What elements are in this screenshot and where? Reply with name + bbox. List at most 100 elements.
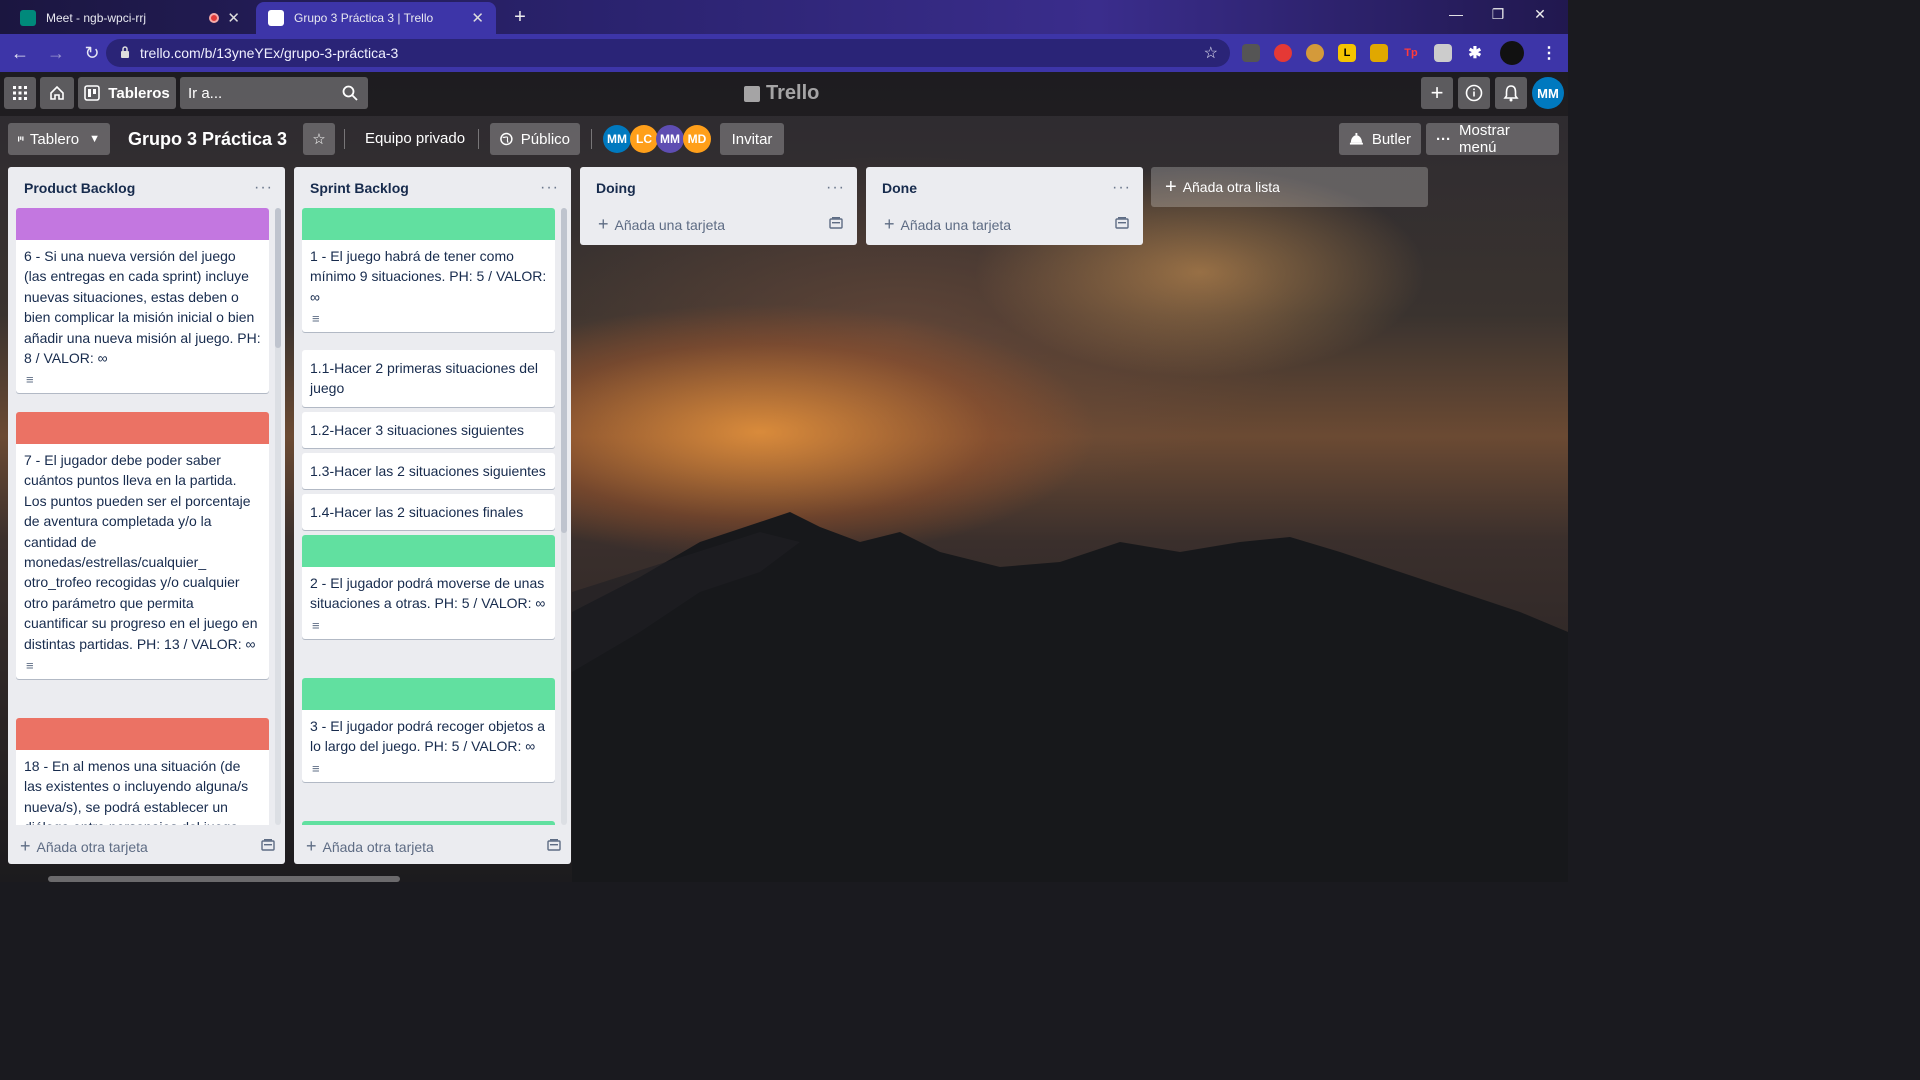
card[interactable]: 2 - El jugador podrá moverse de unas sit… bbox=[302, 535, 555, 639]
list-scrollbar[interactable] bbox=[561, 208, 567, 825]
invite-button[interactable]: Invitar bbox=[720, 123, 784, 155]
extensions-puzzle-icon[interactable]: ✱ bbox=[1466, 44, 1484, 62]
list-title[interactable]: Sprint Backlog bbox=[310, 180, 409, 196]
header-divider bbox=[478, 129, 479, 149]
new-tab-button[interactable]: + bbox=[508, 6, 532, 29]
tab-meet[interactable]: Meet - ngb-wpci-rrj ✕ bbox=[8, 2, 252, 34]
board-horizontal-scrollbar[interactable] bbox=[48, 876, 400, 882]
tab-close-icon[interactable]: ✕ bbox=[471, 9, 484, 27]
list-header[interactable]: Product Backlog ··· bbox=[8, 167, 285, 209]
card-template-icon[interactable] bbox=[1115, 216, 1129, 232]
card[interactable]: 1.4-Hacer las 2 situaciones finales bbox=[302, 494, 555, 531]
list-header[interactable]: Sprint Backlog ··· bbox=[294, 167, 571, 209]
butler-button[interactable]: Butler bbox=[1339, 123, 1421, 155]
browser-menu-icon[interactable]: ⋮ bbox=[1540, 44, 1558, 62]
add-card-button[interactable]: + Añada una tarjeta bbox=[580, 209, 857, 239]
list-header[interactable]: Doing ··· bbox=[580, 167, 857, 209]
card[interactable]: 1.2-Hacer 3 situaciones siguientes bbox=[302, 412, 555, 449]
reload-icon[interactable]: ↻ bbox=[76, 43, 108, 64]
tab-trello[interactable]: Grupo 3 Práctica 3 | Trello ✕ bbox=[256, 2, 496, 34]
add-card-button[interactable]: + Añada otra tarjeta bbox=[294, 828, 571, 864]
card[interactable]: 3 - El jugador podrá recoger objetos a l… bbox=[302, 678, 555, 782]
card-template-icon[interactable] bbox=[547, 838, 561, 854]
card[interactable] bbox=[302, 821, 555, 825]
tab-close-icon[interactable]: ✕ bbox=[227, 9, 240, 27]
star-board-button[interactable]: ☆ bbox=[303, 123, 335, 155]
add-list-button[interactable]: + Añada otra lista bbox=[1151, 167, 1428, 207]
visibility-label: Público bbox=[520, 130, 570, 148]
list-header[interactable]: Done ··· bbox=[866, 167, 1143, 209]
forward-icon[interactable]: → bbox=[40, 43, 72, 64]
add-card-button[interactable]: + Añada otra tarjeta bbox=[8, 828, 285, 864]
description-icon: ≡ bbox=[312, 760, 320, 776]
browser-tab-strip: Meet - ngb-wpci-rrj ✕ Grupo 3 Práctica 3… bbox=[0, 0, 1568, 34]
card-title: 1.2-Hacer 3 situaciones siguientes bbox=[310, 422, 525, 438]
tp-extension-icon[interactable]: Tp bbox=[1402, 44, 1420, 62]
member-avatar[interactable]: MM bbox=[656, 125, 684, 153]
crown-extension-icon[interactable] bbox=[1370, 44, 1388, 62]
trello-logo-icon bbox=[744, 85, 760, 102]
card-template-icon[interactable] bbox=[829, 216, 843, 232]
list-scrollbar[interactable] bbox=[275, 208, 281, 825]
member-avatar[interactable]: LC bbox=[630, 125, 658, 153]
address-bar[interactable]: trello.com/b/13yneYEx/grupo-3-práctica-3… bbox=[106, 39, 1230, 67]
back-icon[interactable]: ← bbox=[4, 43, 36, 64]
trello-logo-text: Trello bbox=[766, 82, 820, 104]
member-avatar[interactable]: MM bbox=[603, 125, 631, 153]
boards-button[interactable]: Tableros bbox=[78, 77, 176, 109]
list-title[interactable]: Product Backlog bbox=[24, 180, 135, 196]
profile-avatar-icon[interactable] bbox=[1500, 41, 1524, 65]
bookmark-star-icon[interactable]: ☆ bbox=[1204, 43, 1218, 63]
list-menu-icon[interactable]: ··· bbox=[1112, 179, 1131, 197]
close-window-icon[interactable]: ✕ bbox=[1528, 6, 1552, 23]
card[interactable]: 1 - El juego habrá de tener como mínimo … bbox=[302, 208, 555, 333]
card-cover bbox=[302, 535, 555, 567]
info-icon[interactable] bbox=[1458, 77, 1490, 109]
extension-1-icon[interactable] bbox=[1242, 44, 1260, 62]
list-title[interactable]: Done bbox=[882, 180, 917, 196]
card-title: 1.1-Hacer 2 primeras situaciones del jue… bbox=[310, 360, 538, 397]
list-menu-icon[interactable]: ··· bbox=[254, 179, 273, 197]
list-scroll-thumb[interactable] bbox=[275, 208, 281, 348]
list-scroll-thumb[interactable] bbox=[561, 208, 567, 533]
butler-label: Butler bbox=[1371, 130, 1411, 148]
adblock-extension-icon[interactable] bbox=[1274, 44, 1292, 62]
card[interactable]: 1.3-Hacer las 2 situaciones siguientes bbox=[302, 453, 555, 490]
home-icon[interactable] bbox=[40, 77, 74, 109]
user-avatar[interactable]: MM bbox=[1532, 77, 1564, 109]
card-title: 1 - El juego habrá de tener como mínimo … bbox=[310, 248, 547, 305]
list-menu-icon[interactable]: ··· bbox=[540, 179, 559, 197]
more-dots-icon: ··· bbox=[1436, 130, 1451, 148]
card[interactable]: 18 - En al menos una situación (de las e… bbox=[16, 718, 269, 825]
visibility-button[interactable]: Público bbox=[490, 123, 580, 155]
apps-grid-icon[interactable] bbox=[4, 77, 36, 109]
minimize-window-icon[interactable]: — bbox=[1444, 6, 1468, 22]
search-input[interactable] bbox=[188, 84, 338, 102]
card-cover bbox=[302, 678, 555, 710]
cube-extension-icon[interactable] bbox=[1434, 44, 1452, 62]
restore-window-icon[interactable]: ❐ bbox=[1486, 6, 1510, 23]
list-menu-icon[interactable]: ··· bbox=[826, 179, 845, 197]
search-icon[interactable] bbox=[342, 85, 358, 101]
card[interactable]: 7 - El jugador debe poder saber cuántos … bbox=[16, 412, 269, 680]
trello-logo[interactable]: Trello bbox=[744, 82, 819, 105]
create-plus-icon[interactable]: + bbox=[1421, 77, 1453, 109]
cookie-extension-icon[interactable] bbox=[1306, 44, 1324, 62]
board-title[interactable]: Grupo 3 Práctica 3 bbox=[128, 129, 287, 150]
card[interactable]: 1.1-Hacer 2 primeras situaciones del jue… bbox=[302, 350, 555, 407]
card-template-icon[interactable] bbox=[261, 838, 275, 854]
search-box[interactable] bbox=[180, 77, 368, 109]
card[interactable]: 6 - Si una nueva versión del juego (las … bbox=[16, 208, 269, 394]
team-visibility[interactable]: Equipo privado bbox=[365, 130, 465, 147]
extension-l-icon[interactable]: L bbox=[1338, 44, 1356, 62]
board-view-switcher[interactable]: Tablero ▼ bbox=[8, 123, 110, 155]
list-title[interactable]: Doing bbox=[596, 180, 636, 196]
show-menu-button[interactable]: ··· Mostrar menú bbox=[1426, 122, 1559, 156]
add-card-button[interactable]: + Añada una tarjeta bbox=[866, 209, 1143, 239]
notifications-bell-icon[interactable] bbox=[1495, 77, 1527, 109]
add-list-label: Añada otra lista bbox=[1182, 179, 1280, 195]
tab-title: Grupo 3 Práctica 3 | Trello bbox=[294, 11, 434, 25]
member-avatar[interactable]: MD bbox=[683, 125, 711, 153]
plus-icon: + bbox=[598, 213, 609, 234]
lock-icon bbox=[120, 45, 130, 61]
